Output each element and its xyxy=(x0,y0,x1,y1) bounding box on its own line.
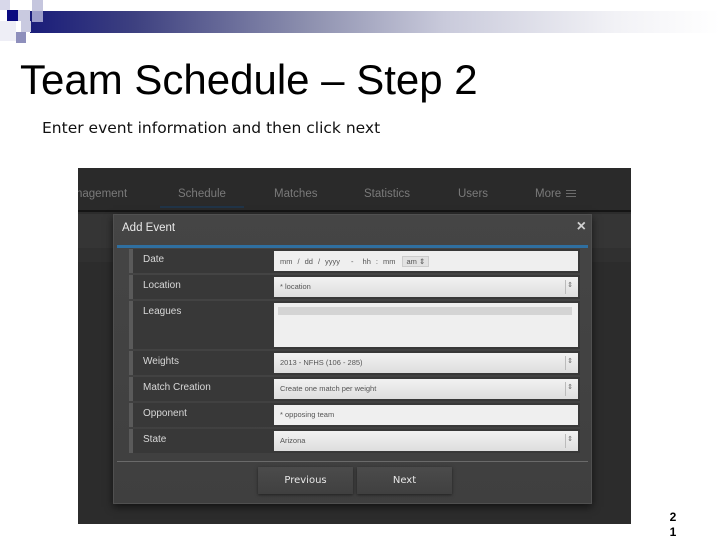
page-number-digit: 2 xyxy=(669,510,677,524)
match-creation-select[interactable]: Create one match per weight ⇕ xyxy=(274,379,578,399)
dialog-footer-divider xyxy=(117,461,588,462)
nav-item-more[interactable]: More xyxy=(535,188,577,200)
form-row-leagues: Leagues xyxy=(129,301,580,349)
nav-item-statistics[interactable]: Statistics xyxy=(364,188,410,200)
decorative-square xyxy=(21,21,31,32)
nav-item-management[interactable]: nagement xyxy=(78,188,127,200)
leagues-label: Leagues xyxy=(143,306,182,317)
slide-page-number: 2 1 xyxy=(666,510,680,540)
decorative-square xyxy=(32,11,43,22)
time-separator: : xyxy=(375,257,378,266)
next-button[interactable]: Next xyxy=(357,467,452,494)
hamburger-menu-icon xyxy=(566,190,577,198)
title-gradient-bar xyxy=(30,11,720,33)
row-marker xyxy=(129,275,133,299)
date-time-separator: - xyxy=(351,257,354,266)
add-event-dialog: Add Event × Date mm / dd / yyyy - hh: mm am ⇕ Lo… xyxy=(113,214,592,504)
decorative-square xyxy=(32,0,43,11)
form-row-date: Date mm / dd / yyyy - hh: mm am ⇕ xyxy=(129,249,580,273)
date-separator: / xyxy=(317,257,321,266)
state-select[interactable]: Arizona ⇕ xyxy=(274,431,578,451)
date-input[interactable]: mm / dd / yyyy - hh: mm am ⇕ xyxy=(274,251,578,271)
stepper-icon: ⇕ xyxy=(565,434,574,448)
form-row-opponent: Opponent * opposing team xyxy=(129,403,580,427)
row-marker xyxy=(129,429,133,453)
opponent-input[interactable]: * opposing team xyxy=(274,405,578,425)
location-select[interactable]: * location ⇕ xyxy=(274,277,578,297)
row-marker xyxy=(129,301,133,349)
weights-label: Weights xyxy=(143,356,179,367)
slide-title: Team Schedule – Step 2 xyxy=(20,56,478,103)
nav-item-users[interactable]: Users xyxy=(458,188,488,200)
location-label: Location xyxy=(143,280,181,291)
decorative-square xyxy=(18,10,30,21)
decorative-square xyxy=(0,0,10,10)
match-creation-value: Create one match per weight xyxy=(280,384,377,393)
stepper-icon: ⇕ xyxy=(565,356,574,370)
stepper-icon: ⇕ xyxy=(565,382,574,396)
stepper-icon: ⇕ xyxy=(418,257,426,266)
form-row-location: Location * location ⇕ xyxy=(129,275,580,299)
row-marker xyxy=(129,403,133,427)
form-row-match-creation: Match Creation Create one match per weig… xyxy=(129,377,580,401)
nav-more-label: More xyxy=(535,188,562,200)
app-screenshot: nagement Schedule Matches Statistics Use… xyxy=(78,168,631,524)
decorative-square xyxy=(16,32,26,43)
form-row-weights: Weights 2013 - NFHS (106 - 285) ⇕ xyxy=(129,351,580,375)
day-placeholder: dd xyxy=(304,257,313,266)
ampm-select[interactable]: am ⇕ xyxy=(402,256,430,267)
location-value: * location xyxy=(280,282,311,291)
leagues-multiselect[interactable] xyxy=(274,303,578,347)
month-placeholder: mm xyxy=(280,257,293,266)
opponent-label: Opponent xyxy=(143,408,187,419)
row-marker xyxy=(129,351,133,375)
weights-select[interactable]: 2013 - NFHS (106 - 285) ⇕ xyxy=(274,353,578,373)
nav-item-schedule[interactable]: Schedule xyxy=(160,188,244,208)
opponent-placeholder: * opposing team xyxy=(280,410,335,419)
state-value: Arizona xyxy=(280,436,306,445)
match-creation-label: Match Creation xyxy=(143,382,211,393)
decorative-square xyxy=(7,10,18,21)
top-nav: nagement Schedule Matches Statistics Use… xyxy=(78,168,631,212)
page-number-digit: 1 xyxy=(669,525,677,539)
date-separator: / xyxy=(297,257,300,266)
row-marker xyxy=(129,249,133,273)
decorative-square xyxy=(0,21,16,41)
row-marker xyxy=(129,377,133,401)
form-row-state: State Arizona ⇕ xyxy=(129,429,580,453)
minute-placeholder: mm xyxy=(382,257,396,266)
nav-item-matches[interactable]: Matches xyxy=(274,188,317,200)
hour-placeholder: hh xyxy=(362,257,371,266)
year-placeholder: yyyy xyxy=(325,257,341,266)
previous-button[interactable]: Previous xyxy=(258,467,353,494)
weights-value: 2013 - NFHS (106 - 285) xyxy=(280,358,363,367)
leagues-option-placeholder xyxy=(278,307,572,315)
dialog-title: Add Event xyxy=(122,222,176,234)
stepper-icon: ⇕ xyxy=(565,280,574,294)
dialog-header-divider xyxy=(117,245,588,248)
state-label: State xyxy=(143,434,167,445)
slide-subtitle: Enter event information and then click n… xyxy=(42,119,381,137)
ampm-value: am xyxy=(406,257,417,266)
close-icon[interactable]: × xyxy=(577,218,586,236)
date-label: Date xyxy=(143,254,165,265)
